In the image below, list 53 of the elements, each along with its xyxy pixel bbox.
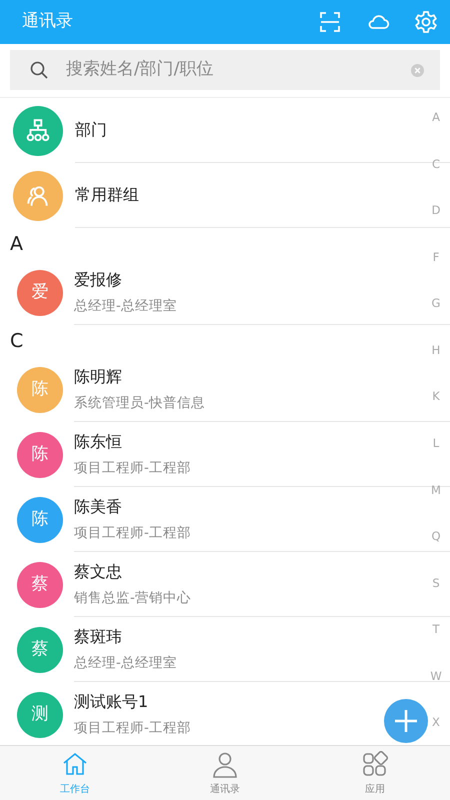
contact-name: 蔡斑玮 xyxy=(74,626,122,648)
index-letter[interactable]: S xyxy=(432,578,440,590)
contact-name: 陈东恒 xyxy=(74,430,122,453)
avatar: 爱 xyxy=(17,270,63,316)
contact-title: 系统管理员-快普信息 xyxy=(74,394,205,413)
section-letter: A xyxy=(10,232,23,257)
index-letter[interactable]: C xyxy=(432,158,440,170)
index-letter[interactable]: W xyxy=(430,670,442,682)
avatar: 陈 xyxy=(17,496,63,542)
index-letter[interactable]: X xyxy=(432,717,440,729)
apps-icon xyxy=(361,751,389,779)
contact-title: 总经理-总经理室 xyxy=(74,654,177,673)
avatar: 测 xyxy=(17,692,63,738)
index-letter[interactable]: T xyxy=(432,624,440,636)
avatar: 陈 xyxy=(17,366,63,412)
contact-title: 项目工程师-工程部 xyxy=(74,718,191,738)
index-letter[interactable]: M xyxy=(431,484,441,496)
item-label: 部门 xyxy=(75,119,107,141)
search-icon xyxy=(30,61,48,79)
avatar: 蔡 xyxy=(17,562,63,608)
settings-icon[interactable] xyxy=(414,10,438,34)
contact-name: 陈明辉 xyxy=(74,366,122,388)
contact-name: 爱报修 xyxy=(74,268,122,291)
contact-title: 总经理-总经理室 xyxy=(74,296,177,316)
clear-icon[interactable] xyxy=(411,64,424,76)
contact-name: 测试账号1 xyxy=(74,690,148,713)
add-button[interactable] xyxy=(384,699,428,743)
search-bar[interactable]: 搜索姓名/部门/职位 xyxy=(10,50,440,90)
scan-icon[interactable] xyxy=(318,10,342,34)
index-letter[interactable]: F xyxy=(432,252,440,264)
index-letter[interactable]: H xyxy=(432,344,440,356)
contact-title: 项目工程师-工程部 xyxy=(74,524,191,543)
index-letter[interactable]: Q xyxy=(431,531,441,543)
person-icon xyxy=(211,751,239,779)
index-letter[interactable]: G xyxy=(432,298,440,310)
page-title: 通讯录 xyxy=(22,10,73,34)
nav-tab[interactable]: 工作台 xyxy=(0,746,150,800)
item-label: 常用群组 xyxy=(75,184,139,206)
nav-tab[interactable]: 应用 xyxy=(300,746,450,800)
contact-name: 陈美香 xyxy=(74,496,122,518)
contact-title: 销售总监-营销中心 xyxy=(74,588,191,608)
contact-name: 蔡文忠 xyxy=(74,560,122,583)
plus-icon xyxy=(393,708,419,734)
index-letter[interactable]: D xyxy=(432,205,440,217)
avatar: 蔡 xyxy=(17,626,63,672)
index-letter[interactable]: K xyxy=(432,391,440,403)
search-field[interactable]: 搜索姓名/部门/职位 xyxy=(64,56,411,84)
section-letter: C xyxy=(10,328,24,354)
nav-tab[interactable]: 通讯录 xyxy=(150,746,300,800)
index-letter[interactable]: A xyxy=(432,112,440,124)
avatar: 陈 xyxy=(17,432,63,478)
index-letter[interactable]: L xyxy=(432,438,440,450)
contact-title: 项目工程师-工程部 xyxy=(74,458,191,478)
